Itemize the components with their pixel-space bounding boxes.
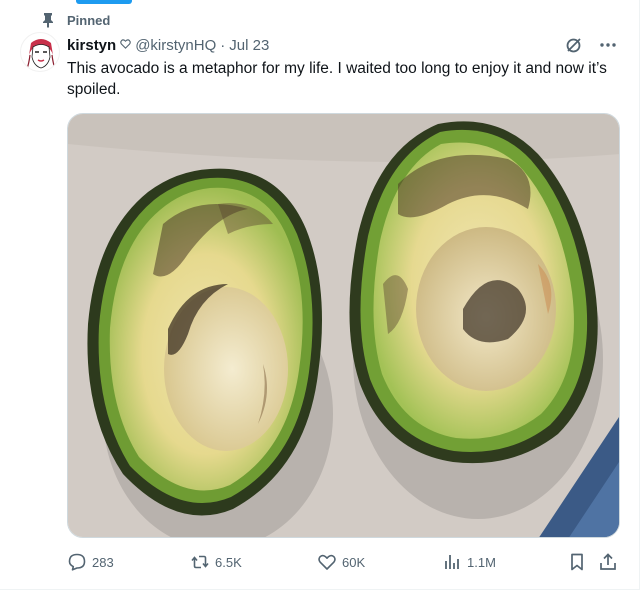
more-options-icon[interactable] <box>598 35 618 55</box>
analytics-icon <box>441 551 463 573</box>
like-button[interactable]: 60K <box>316 548 365 576</box>
repost-button[interactable]: 6.5K <box>189 548 242 576</box>
grok-icon[interactable] <box>564 35 584 55</box>
like-count: 60K <box>342 554 366 570</box>
heart-icon <box>316 551 338 573</box>
share-icon <box>597 551 619 573</box>
reply-icon <box>66 551 88 573</box>
views-count: 1.1M <box>467 554 496 570</box>
pinned-label: Pinned <box>67 12 111 28</box>
reply-button[interactable]: 283 <box>66 548 114 576</box>
author-handle[interactable]: @kirstynHQ <box>135 37 216 54</box>
top-accent-bar <box>76 0 132 4</box>
repost-icon <box>189 551 211 573</box>
bookmark-button[interactable] <box>566 548 592 576</box>
repost-count: 6.5K <box>215 554 242 570</box>
tweet-text: This avocado is a metaphor for my life. … <box>67 60 607 98</box>
tweet-header: kirstyn @kirstynHQ · Jul 23 <box>67 34 618 56</box>
pinned-indicator: Pinned <box>40 11 110 29</box>
separator-dot: · <box>220 36 226 54</box>
tweet-date[interactable]: Jul 23 <box>229 37 269 54</box>
avatar[interactable] <box>20 32 60 72</box>
tweet-actions: 283 6.5K 60K 1.1M <box>64 548 624 576</box>
share-button[interactable] <box>597 548 623 576</box>
views-button[interactable]: 1.1M <box>441 548 496 576</box>
pin-icon <box>40 12 56 28</box>
tweet-media-photo[interactable] <box>67 113 620 538</box>
author-name[interactable]: kirstyn <box>67 37 116 54</box>
bookmark-icon <box>566 551 588 573</box>
heart-outline-icon <box>120 38 131 52</box>
reply-count: 283 <box>92 554 114 570</box>
